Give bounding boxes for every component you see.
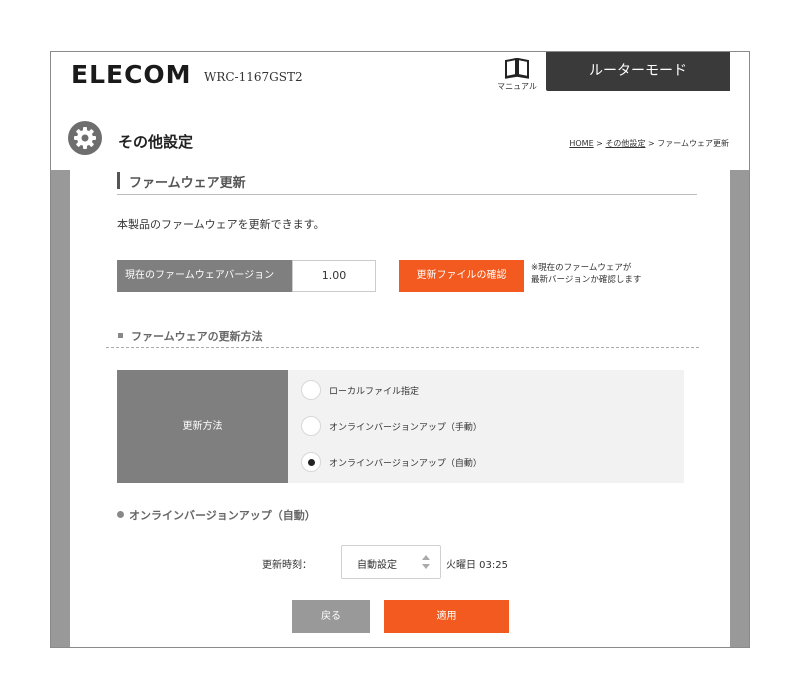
breadcrumb-parent-link[interactable]: その他設定	[605, 139, 645, 148]
right-side-bar	[730, 170, 749, 647]
check-update-file-button[interactable]: 更新ファイルの確認	[399, 260, 524, 292]
radio-button-selected[interactable]	[301, 452, 321, 472]
update-method-options: ローカルファイル指定 オンラインバージョンアップ（手動） オンラインバージョンア…	[288, 370, 684, 483]
update-time-value: 火曜日 03:25	[446, 560, 508, 571]
firmware-section-header: ファームウェア更新	[117, 170, 697, 195]
manual-label: マニュアル	[497, 82, 537, 91]
book-icon	[504, 58, 530, 79]
settings-badge	[68, 121, 102, 155]
check-note: ※現在のファームウェアが 最新バージョンか確認します	[531, 262, 681, 286]
firmware-section-title: ファームウェア更新	[129, 176, 246, 191]
back-button[interactable]: 戻る	[292, 600, 370, 633]
select-arrows-icon	[422, 555, 430, 571]
radio-label: オンラインバージョンアップ（自動）	[329, 459, 482, 469]
breadcrumb-separator: >	[645, 139, 658, 148]
update-method-label: 更新方法	[117, 370, 288, 483]
online-auto-title: オンラインバージョンアップ（自動）	[129, 509, 316, 522]
online-auto-header: オンラインバージョンアップ（自動）	[117, 507, 316, 523]
elecom-logo: ELECOM	[71, 60, 192, 89]
breadcrumb: HOME > その他設定 > ファームウェア更新	[569, 138, 729, 149]
arrow-down-icon	[422, 564, 430, 569]
check-note-line2: 最新バージョンか確認します	[531, 275, 642, 285]
update-time-label: 更新時刻：	[262, 560, 312, 571]
app-frame: ELECOM WRC-1167GST2 マニュアル ルーターモード その他設定 …	[50, 51, 750, 648]
radio-button[interactable]	[301, 380, 321, 400]
section-marker	[117, 172, 120, 189]
left-side-bar	[51, 170, 70, 647]
page-title: その他設定	[118, 133, 194, 151]
breadcrumb-home-link[interactable]: HOME	[569, 139, 593, 148]
current-version-label: 現在のファームウェアバージョン	[117, 260, 292, 292]
model-name: WRC-1167GST2	[204, 70, 303, 84]
arrow-up-icon	[422, 555, 430, 560]
breadcrumb-current: ファームウェア更新	[657, 139, 729, 148]
round-bullet-icon	[117, 511, 124, 518]
manual-button[interactable]: マニュアル	[495, 58, 539, 96]
radio-button[interactable]	[301, 416, 321, 436]
update-method-header: ファームウェアの更新方法	[106, 325, 699, 348]
current-version-value: 1.00	[292, 260, 376, 292]
update-method-title: ファームウェアの更新方法	[131, 330, 263, 343]
radio-selected-dot	[308, 459, 315, 466]
radio-label: オンラインバージョンアップ（手動）	[329, 423, 482, 433]
firmware-description: 本製品のファームウェアを更新できます。	[117, 218, 325, 231]
check-note-line1: ※現在のファームウェアが	[531, 263, 632, 273]
breadcrumb-separator: >	[593, 139, 606, 148]
radio-label: ローカルファイル指定	[329, 387, 420, 397]
gear-icon	[74, 127, 96, 149]
square-bullet-icon	[118, 333, 123, 338]
router-mode-indicator: ルーターモード	[546, 52, 730, 91]
apply-button[interactable]: 適用	[384, 600, 509, 633]
update-time-select-value: 自動設定	[357, 560, 397, 571]
update-time-select[interactable]: 自動設定	[341, 545, 441, 579]
